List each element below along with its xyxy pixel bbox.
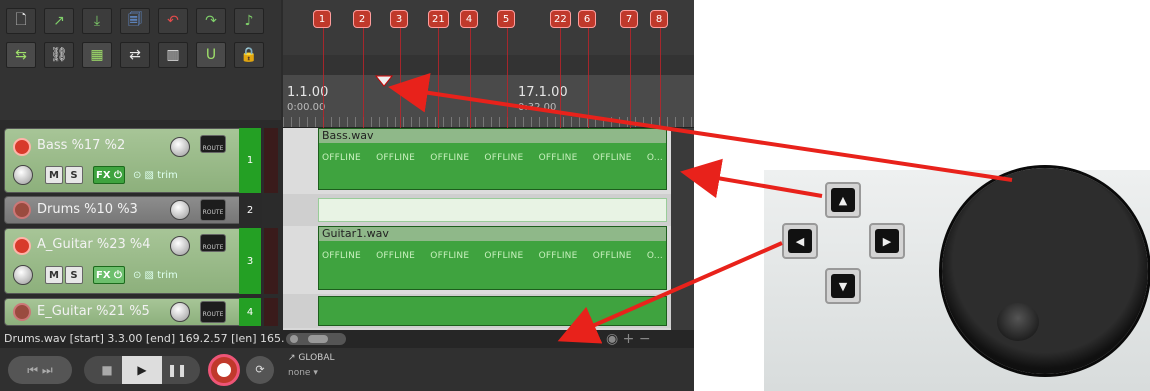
annotation-arrows (388, 72, 1013, 344)
